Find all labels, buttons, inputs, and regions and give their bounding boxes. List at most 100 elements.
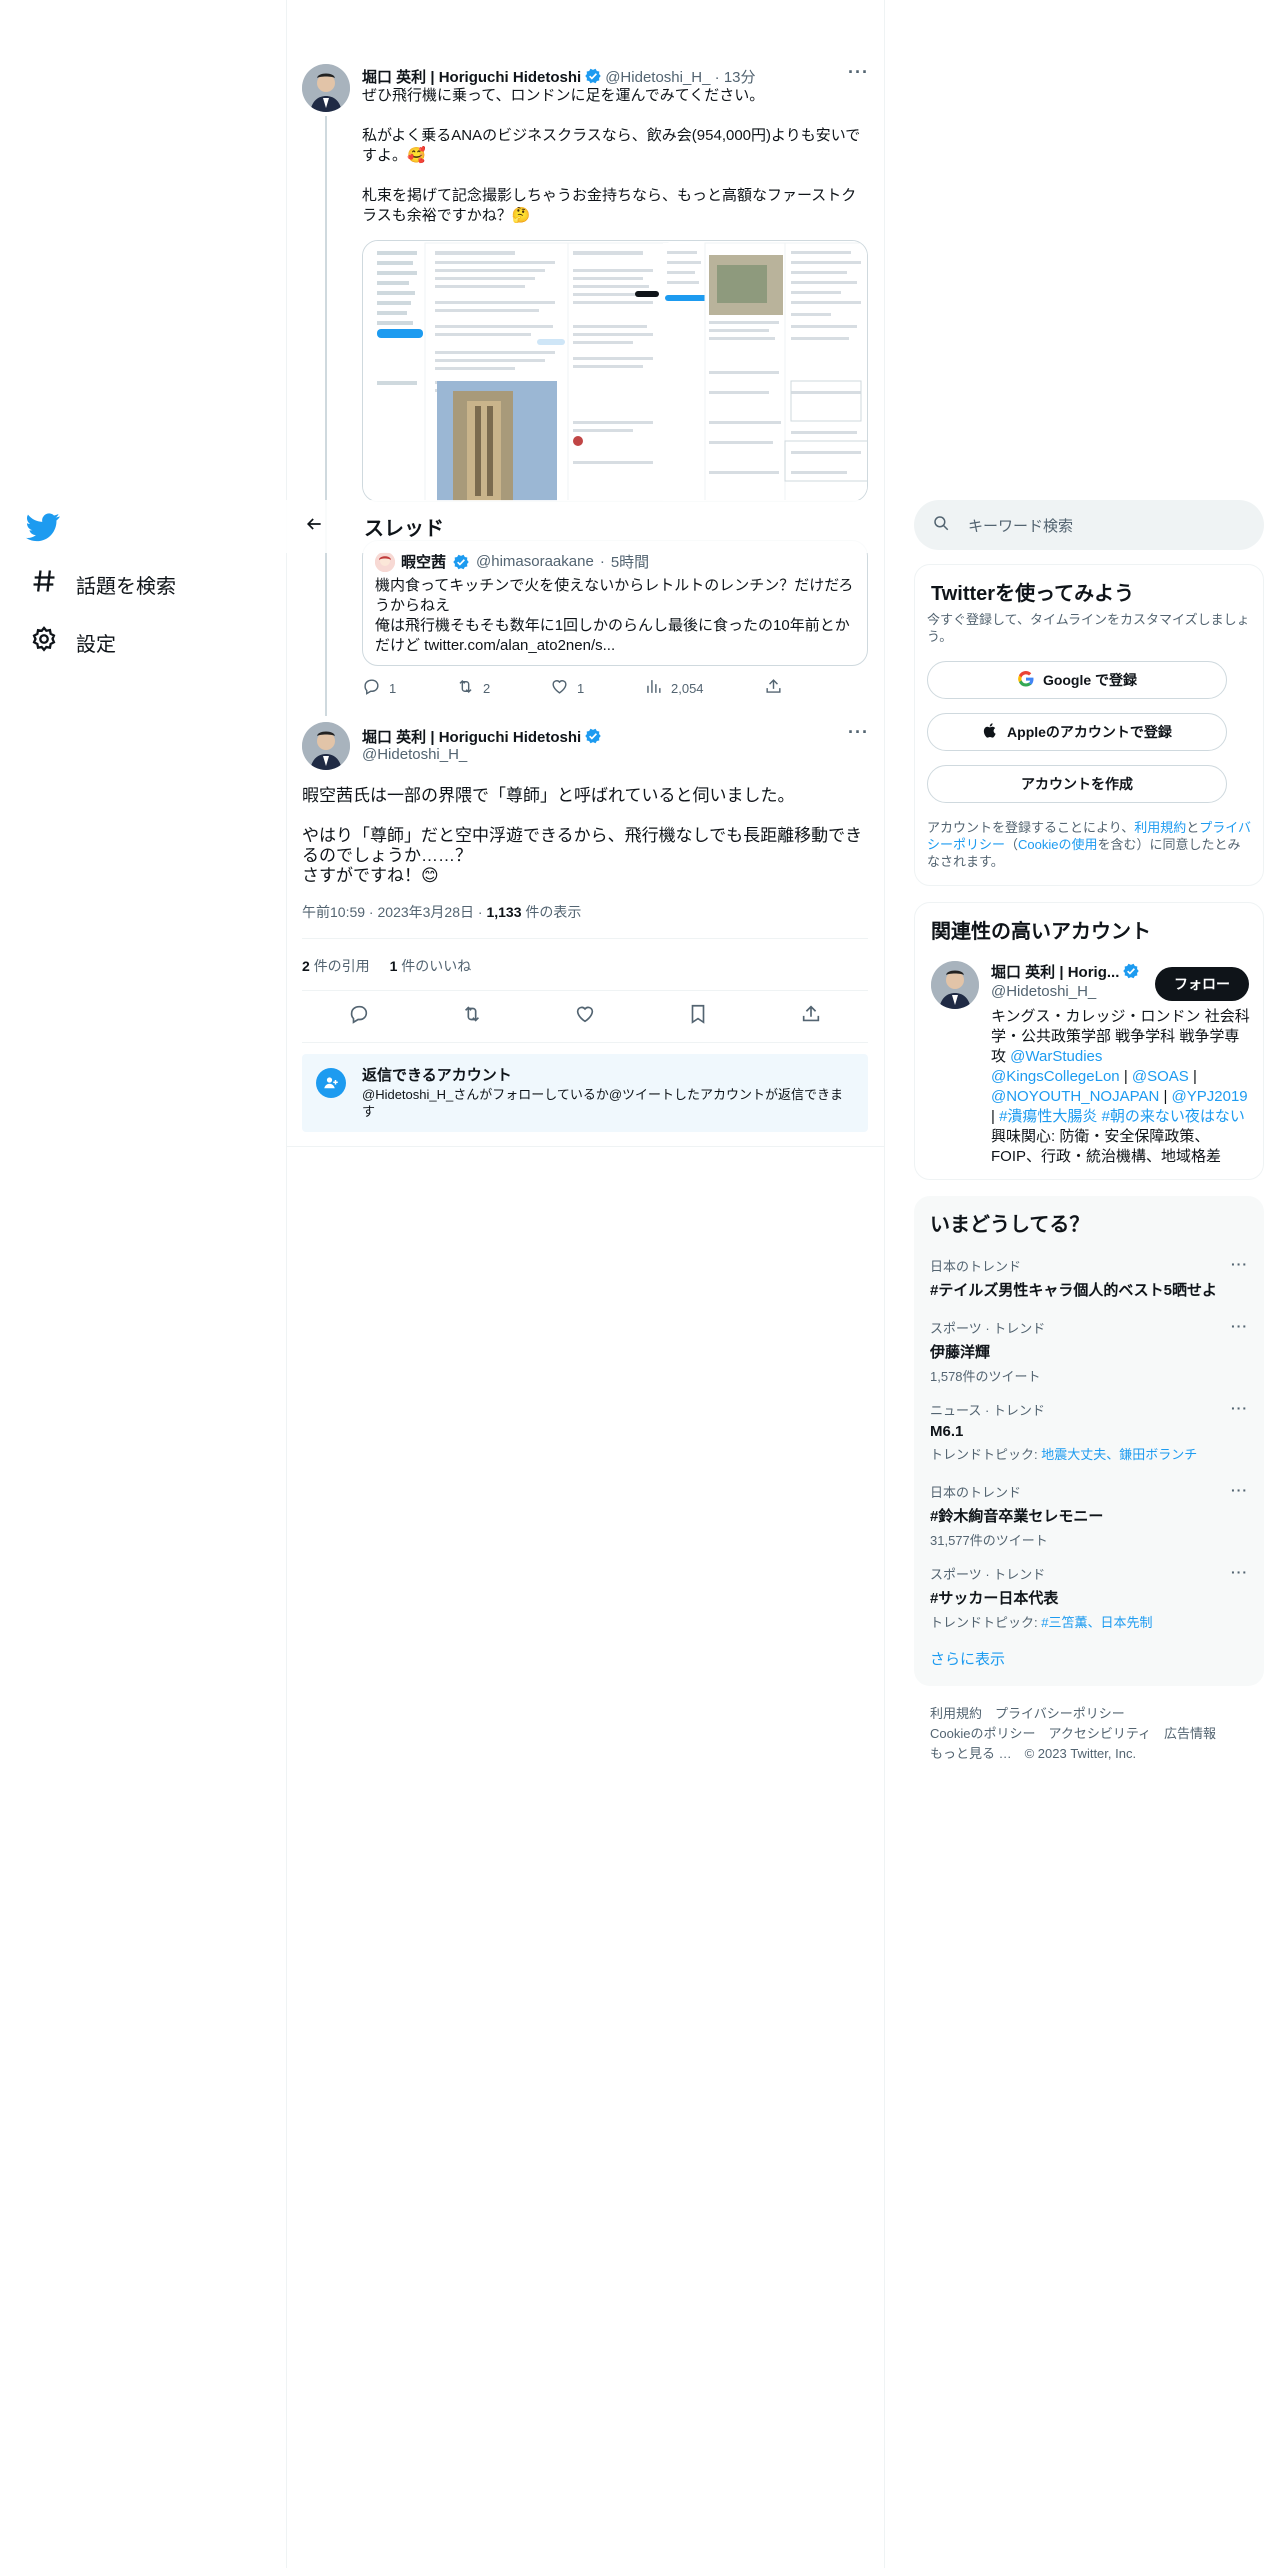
trends-title: いまどうしてる？: [930, 1214, 1090, 1236]
tweet-time[interactable]: 午前10:59: [302, 904, 365, 920]
arrow-left-icon: [304, 514, 324, 539]
account-handle[interactable]: @Hidetoshi_H_: [991, 983, 1096, 1000]
apple-signup-button[interactable]: Appleのアカウントで登録: [927, 713, 1227, 751]
like-button[interactable]: [574, 1003, 596, 1030]
engagement-stats: 2 件の引用 1 件のいいね: [302, 956, 471, 976]
bio-link[interactable]: @YPJ2019: [1172, 1088, 1248, 1105]
legal-and: と: [1186, 820, 1200, 835]
views-count: 1,133: [486, 904, 522, 920]
tweet-actions: 1 2 1 2,054: [362, 676, 832, 700]
retweet-button[interactable]: [461, 1003, 483, 1030]
like-count: 1: [577, 680, 585, 696]
bookmark-button[interactable]: [687, 1003, 709, 1030]
tweet-date[interactable]: 2023年3月28日: [378, 904, 475, 920]
bio-link[interactable]: #潰瘍性大腸炎: [999, 1108, 1097, 1125]
like-button[interactable]: 1: [550, 677, 644, 699]
account-name[interactable]: 堀口 英利 | Horig...: [991, 964, 1119, 981]
author-handle[interactable]: @Hidetoshi_H_: [362, 746, 467, 763]
trend-item[interactable]: 日本のトレンド #鈴木絢音卒業セレモニー 31,577件のツイート ···: [930, 1482, 1248, 1549]
right-sidebar: キーワード検索 Twitterを使ってみよう 今すぐ登録して、タイムラインをカス…: [884, 0, 1284, 2568]
trend-topics-prefix: トレンドトピック:: [930, 1447, 1042, 1462]
trend-item[interactable]: スポーツ · トレンド #サッカー日本代表 トレンドトピック: #三笘薫、日本先…: [930, 1564, 1248, 1631]
quoted-tweet-time: 5時間: [610, 554, 650, 571]
tweet-header: 堀口 英利 | Horiguchi Hidetoshi @Hidetoshi_H_…: [362, 67, 756, 86]
footer-line[interactable]: 利用規約 プライバシーポリシー: [930, 1704, 1216, 1724]
trend-name: #テイルズ男性キャラ個人的ベスト5晒せよ: [930, 1282, 1217, 1299]
left-nav: 話題を検索 設定: [0, 0, 286, 2568]
reply-restriction-notice: 返信できるアカウント @Hidetoshi_H_さんがフォローしているか@ツイー…: [302, 1054, 868, 1132]
quotes-stat[interactable]: 2 件の引用: [302, 958, 370, 974]
trend-context: スポーツ · トレンド: [930, 1321, 1046, 1336]
more-options-icon[interactable]: ···: [1231, 1564, 1248, 1580]
reply-restriction-title: 返信できるアカウント: [362, 1067, 512, 1084]
trend-topics: トレンドトピック: #三笘薫、日本先制: [930, 1612, 1248, 1631]
trend-context: 日本のトレンド: [930, 1485, 1022, 1500]
author-name[interactable]: 堀口 英利 | Horiguchi Hidetoshi: [362, 729, 581, 746]
verified-badge-icon: [584, 67, 602, 85]
views-button[interactable]: 2,054: [644, 677, 764, 699]
quoted-avatar: [375, 551, 395, 572]
create-account-button[interactable]: アカウントを作成: [927, 765, 1227, 803]
trend-topics-link[interactable]: 地震大丈夫、鎌田ボランチ: [1041, 1447, 1197, 1462]
more-options-icon[interactable]: ···: [848, 62, 869, 83]
bio-link[interactable]: @WarStudies: [1010, 1048, 1102, 1065]
share-button[interactable]: [764, 677, 783, 699]
search-input[interactable]: キーワード検索: [914, 500, 1264, 550]
quoted-tweet-text: 機内食ってキッチンで火を使えないからレトルトのレンチン？だけだろうからねえ 俺は…: [375, 577, 854, 654]
reply-button[interactable]: 1: [362, 677, 456, 699]
more-options-icon[interactable]: ···: [1231, 1256, 1248, 1272]
retweet-icon: [456, 677, 475, 699]
avatar[interactable]: [302, 64, 350, 112]
divider: [286, 1146, 884, 1147]
quoted-author-handle: @himasoraakane: [476, 553, 594, 570]
reply-button[interactable]: [348, 1003, 370, 1030]
trend-item[interactable]: 日本のトレンド #テイルズ男性キャラ個人的ベスト5晒せよ ···: [930, 1256, 1248, 1300]
avatar[interactable]: [302, 722, 350, 770]
footer-line[interactable]: もっと見る … © 2023 Twitter, Inc.: [930, 1744, 1216, 1764]
author-handle[interactable]: @Hidetoshi_H_: [605, 69, 710, 86]
google-signup-button[interactable]: Google で登録: [927, 661, 1227, 699]
cookie-open: （: [1005, 837, 1019, 852]
more-options-icon[interactable]: ···: [1231, 1318, 1248, 1334]
tweet-text: ぜひ飛行機に乗って、ロンドンに足を運んでみてください。 私がよく乗るANAのビジ…: [362, 87, 861, 224]
terms-link[interactable]: 利用規約: [1134, 820, 1186, 835]
more-options-icon[interactable]: ···: [1231, 1482, 1248, 1498]
bio-link[interactable]: @KingsCollegeLon: [991, 1068, 1120, 1085]
retweet-button[interactable]: 2: [456, 677, 550, 699]
back-button[interactable]: [286, 514, 342, 539]
nav-settings[interactable]: 設定: [30, 622, 116, 662]
search-icon: [932, 514, 950, 536]
bio-sep: |: [1188, 1068, 1197, 1085]
twitter-logo-icon[interactable]: [26, 510, 60, 544]
follow-button[interactable]: フォロー: [1155, 967, 1249, 1001]
cookie-link[interactable]: Cookieの使用: [1018, 837, 1097, 852]
tweet-media[interactable]: [362, 240, 868, 502]
verified-badge-icon: [584, 727, 602, 745]
trend-item[interactable]: スポーツ · トレンド 伊藤洋輝 1,578件のツイート ···: [930, 1318, 1248, 1385]
quotes-label: 件の引用: [313, 958, 370, 974]
thread-header: スレッド: [286, 500, 884, 553]
author-name[interactable]: 堀口 英利 | Horiguchi Hidetoshi: [362, 69, 581, 86]
google-signup-label: Google で登録: [1042, 672, 1138, 688]
nav-explore-label: 話題を検索: [76, 575, 176, 598]
bio-link[interactable]: @SOAS: [1132, 1068, 1189, 1085]
footer-line[interactable]: Cookieのポリシー アクセシビリティ 広告情報: [930, 1724, 1216, 1744]
views-label: 件の表示: [525, 904, 582, 920]
bio-link[interactable]: @NOYOUTH_NOJAPAN: [991, 1088, 1159, 1105]
avatar[interactable]: [931, 961, 979, 1009]
bio-sep: |: [1159, 1088, 1172, 1105]
trend-name: #鈴木絢音卒業セレモニー: [930, 1508, 1104, 1525]
share-button[interactable]: [800, 1003, 822, 1030]
trend-item[interactable]: ニュース · トレンド M6.1 トレンドトピック: 地震大丈夫、鎌田ボランチ …: [930, 1400, 1248, 1463]
nav-explore[interactable]: 話題を検索: [30, 564, 176, 604]
likes-stat[interactable]: 1 件のいいね: [390, 958, 472, 974]
more-options-icon[interactable]: ···: [1231, 1400, 1248, 1416]
google-icon: [1017, 670, 1035, 691]
bio-link[interactable]: #朝の来ない夜はない: [1102, 1108, 1245, 1125]
quoted-tweet[interactable]: 暇空茜 @himasoraakane · 5時間 機内食ってキッチンで火を使えな…: [362, 540, 868, 666]
tweet-time[interactable]: 13分: [724, 69, 756, 86]
trend-topics-link[interactable]: #三笘薫、日本先制: [1041, 1615, 1152, 1630]
trend-count: 31,577件のツイート: [930, 1533, 1048, 1548]
more-options-icon[interactable]: ···: [848, 722, 869, 743]
show-more-link[interactable]: さらに表示: [930, 1648, 1005, 1669]
